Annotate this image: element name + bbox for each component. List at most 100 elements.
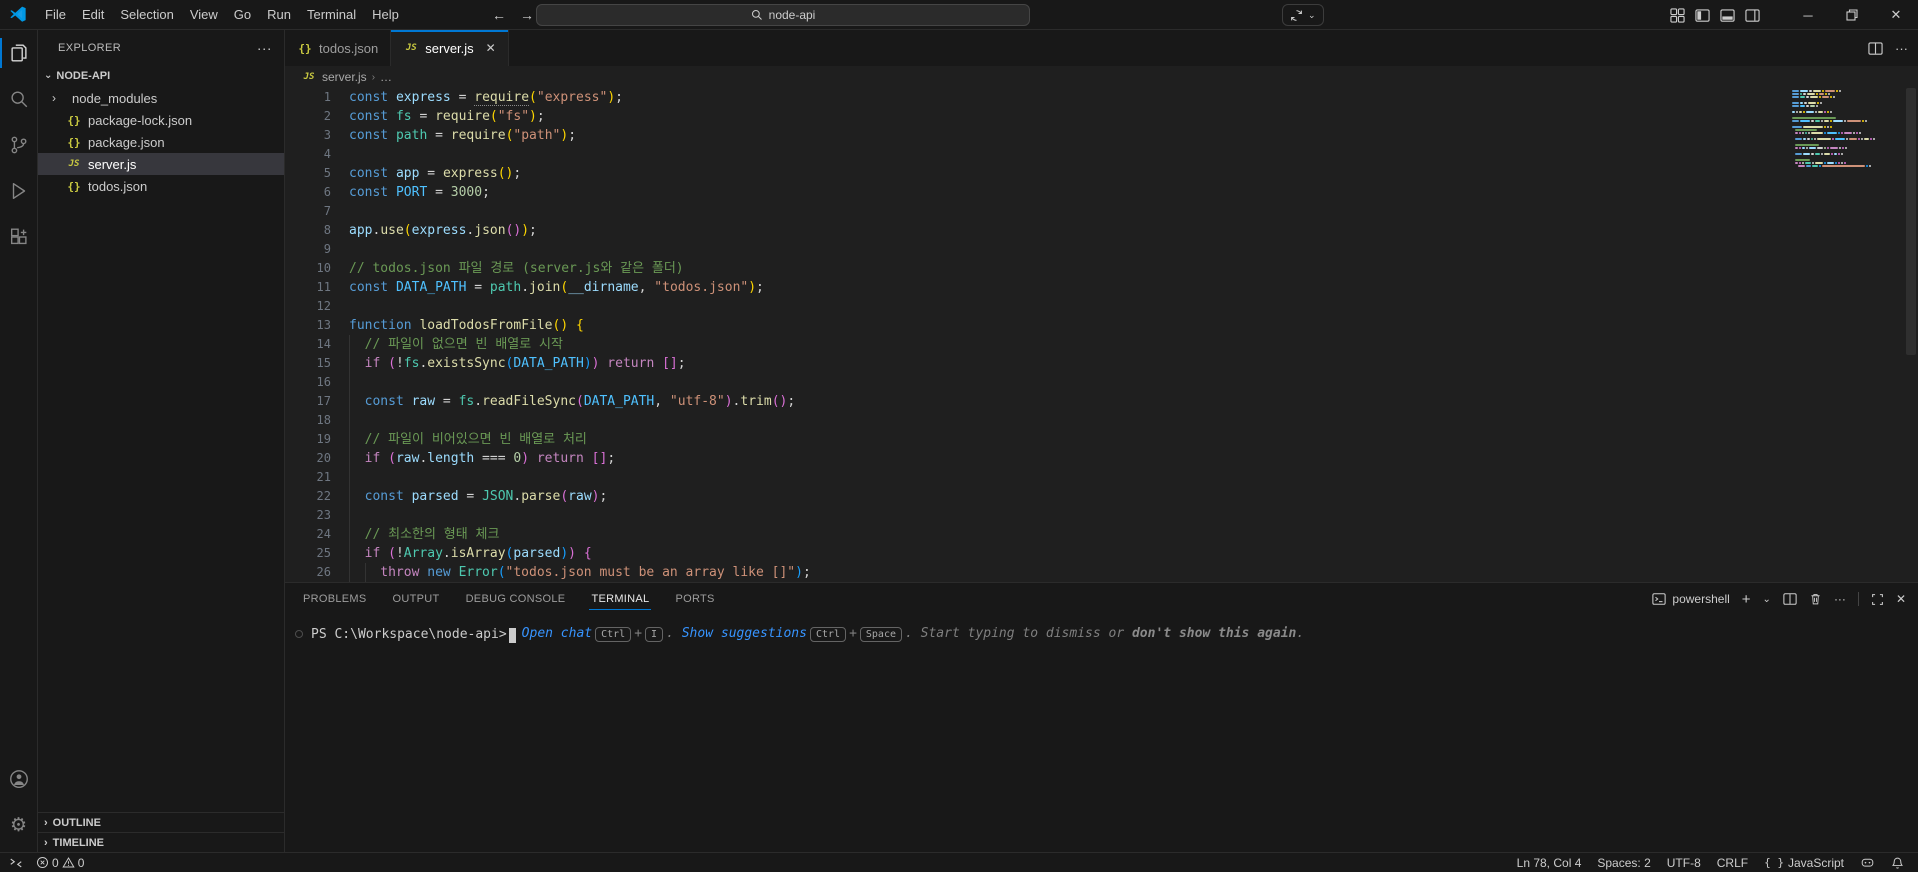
menu-terminal[interactable]: Terminal xyxy=(299,5,364,24)
extensions-activity-button[interactable] xyxy=(0,214,38,260)
command-decoration-icon[interactable] xyxy=(295,630,303,638)
line-number[interactable]: 19 xyxy=(285,430,331,449)
minimap[interactable] xyxy=(1792,90,1902,168)
line-number[interactable]: 17 xyxy=(285,392,331,411)
line-number[interactable]: 10 xyxy=(285,259,331,278)
accounts-button[interactable] xyxy=(0,756,38,802)
file-item-package-lock.json[interactable]: {} package-lock.json xyxy=(38,109,284,131)
line-number[interactable]: 2 xyxy=(285,107,331,126)
code-line-4[interactable] xyxy=(349,145,1778,164)
menu-run[interactable]: Run xyxy=(259,5,299,24)
line-number[interactable]: 15 xyxy=(285,354,331,373)
terminal-view[interactable]: PS C:\Workspace\node-api> Open chat Ctrl +… xyxy=(285,615,1918,852)
code-line-8[interactable]: app.use(express.json()); xyxy=(349,221,1778,240)
split-editor-icon[interactable] xyxy=(1868,41,1883,56)
file-item-package.json[interactable]: {} package.json xyxy=(38,131,284,153)
toggle-primary-sidebar-icon[interactable] xyxy=(1695,8,1710,23)
menu-edit[interactable]: Edit xyxy=(74,5,112,24)
toggle-secondary-sidebar-icon[interactable] xyxy=(1745,8,1760,23)
line-number[interactable]: 13 xyxy=(285,316,331,335)
outline-section[interactable]: › OUTLINE xyxy=(38,812,284,832)
language-mode-status[interactable]: { } JavaScript xyxy=(1764,856,1844,870)
line-number[interactable]: 14 xyxy=(285,335,331,354)
suggestion-text[interactable]: Show suggestions xyxy=(682,626,807,641)
problems-status[interactable]: 0 0 xyxy=(36,856,84,870)
encoding-status[interactable]: UTF-8 xyxy=(1667,856,1701,870)
code-line-22[interactable]: const parsed = JSON.parse(raw); xyxy=(349,487,1778,506)
line-number[interactable]: 20 xyxy=(285,449,331,468)
panel-tab-terminal[interactable]: TERMINAL xyxy=(589,583,652,615)
panel-more-actions-icon[interactable]: ··· xyxy=(1834,592,1846,606)
code-line-11[interactable]: const DATA_PATH = path.join(__dirname, "… xyxy=(349,278,1778,297)
code-line-1[interactable]: const express = require("express"); xyxy=(349,88,1778,107)
file-item-node_modules[interactable]: › node_modules xyxy=(38,87,284,109)
file-item-server.js[interactable]: JS server.js xyxy=(38,153,284,175)
code-line-25[interactable]: if (!Array.isArray(parsed)) { xyxy=(349,544,1778,563)
line-number[interactable]: 9 xyxy=(285,240,331,259)
breadcrumb-file[interactable]: server.js xyxy=(322,70,367,84)
code-line-15[interactable]: if (!fs.existsSync(DATA_PATH)) return []… xyxy=(349,354,1778,373)
line-number[interactable]: 16 xyxy=(285,373,331,392)
code-line-16[interactable] xyxy=(349,373,1778,392)
line-number[interactable]: 26 xyxy=(285,563,331,582)
kill-terminal-icon[interactable] xyxy=(1809,592,1822,606)
code-line-9[interactable] xyxy=(349,240,1778,259)
line-number[interactable]: 23 xyxy=(285,506,331,525)
run-debug-activity-button[interactable] xyxy=(0,168,38,214)
editor-more-actions-icon[interactable]: ··· xyxy=(1895,41,1908,56)
line-number[interactable]: 8 xyxy=(285,221,331,240)
panel-tab-problems[interactable]: PROBLEMS xyxy=(301,583,369,615)
line-number[interactable]: 1 xyxy=(285,88,331,107)
file-item-todos.json[interactable]: {} todos.json xyxy=(38,175,284,197)
menu-file[interactable]: File xyxy=(37,5,74,24)
restore-button[interactable] xyxy=(1830,0,1874,30)
scrollbar-slider[interactable] xyxy=(1906,88,1916,355)
close-window-button[interactable]: ✕ xyxy=(1874,0,1918,30)
menu-help[interactable]: Help xyxy=(364,5,407,24)
line-number[interactable]: 5 xyxy=(285,164,331,183)
source-control-activity-button[interactable] xyxy=(0,122,38,168)
code-line-19[interactable]: // 파일이 비어있으면 빈 배열로 처리 xyxy=(349,430,1778,449)
line-number[interactable]: 22 xyxy=(285,487,331,506)
explorer-more-actions-icon[interactable]: ··· xyxy=(257,40,272,56)
forward-icon[interactable]: → xyxy=(520,7,534,23)
code-line-21[interactable] xyxy=(349,468,1778,487)
tab-todos.json[interactable]: {} todos.json xyxy=(285,30,392,66)
code-line-13[interactable]: function loadTodosFromFile() { xyxy=(349,316,1778,335)
indentation-status[interactable]: Spaces: 2 xyxy=(1597,856,1650,870)
copilot-status-icon[interactable] xyxy=(1860,856,1875,869)
terminal-dropdown-icon[interactable]: ⌄ xyxy=(1763,594,1771,605)
line-number[interactable]: 21 xyxy=(285,468,331,487)
breadcrumb[interactable]: JS server.js › … xyxy=(285,66,1918,88)
suggestion-text[interactable]: Open chat xyxy=(522,626,592,641)
line-number[interactable]: 18 xyxy=(285,411,331,430)
code-line-17[interactable]: const raw = fs.readFileSync(DATA_PATH, "… xyxy=(349,392,1778,411)
menu-view[interactable]: View xyxy=(182,5,226,24)
search-input[interactable]: node-api xyxy=(536,4,1030,26)
code-editor[interactable]: 1 2 3 4 5 6 7 8 9 10 11 12 13 14 15 16 17 18 19 20 21 22 23 24 2… xyxy=(285,88,1918,582)
explorer-activity-button[interactable] xyxy=(0,30,38,76)
back-icon[interactable]: ← xyxy=(492,7,506,23)
menu-go[interactable]: Go xyxy=(226,5,259,24)
line-number[interactable]: 25 xyxy=(285,544,331,563)
line-number[interactable]: 3 xyxy=(285,126,331,145)
code-line-23[interactable] xyxy=(349,506,1778,525)
code-line-12[interactable] xyxy=(349,297,1778,316)
maximize-panel-icon[interactable] xyxy=(1871,593,1884,606)
code-line-3[interactable]: const path = require("path"); xyxy=(349,126,1778,145)
timeline-section[interactable]: › TIMELINE xyxy=(38,832,284,852)
copilot-menu-button[interactable]: ⌄ xyxy=(1282,4,1324,26)
code-line-7[interactable] xyxy=(349,202,1778,221)
breadcrumb-symbol[interactable]: … xyxy=(380,70,392,84)
line-number[interactable]: 11 xyxy=(285,278,331,297)
panel-tab-ports[interactable]: PORTS xyxy=(673,583,716,615)
code-line-18[interactable] xyxy=(349,411,1778,430)
panel-tab-debug-console[interactable]: DEBUG CONSOLE xyxy=(464,583,568,615)
line-number[interactable]: 6 xyxy=(285,183,331,202)
code-line-5[interactable]: const app = express(); xyxy=(349,164,1778,183)
code-line-24[interactable]: // 최소한의 형태 체크 xyxy=(349,525,1778,544)
line-number[interactable]: 7 xyxy=(285,202,331,221)
line-number[interactable]: 12 xyxy=(285,297,331,316)
remote-indicator-icon[interactable] xyxy=(8,856,24,870)
terminal-instance-label[interactable]: powershell xyxy=(1652,592,1730,606)
